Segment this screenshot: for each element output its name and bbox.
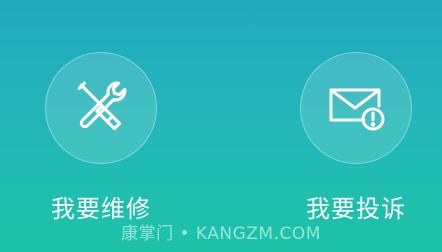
repair-button[interactable]: 我要维修 <box>45 52 157 232</box>
complaint-button[interactable]: 我要投诉 <box>300 52 412 232</box>
repair-icon-circle <box>45 52 157 164</box>
complaint-icon-circle <box>300 52 412 164</box>
watermark: 康掌门 • KANGZM.COM <box>121 224 321 244</box>
wrench-screwdriver-icon <box>77 81 127 131</box>
home-panel: 我要维修 我要投诉 康掌门 • KANGZM.COM <box>0 0 442 252</box>
envelope-alert-icon <box>329 88 385 131</box>
